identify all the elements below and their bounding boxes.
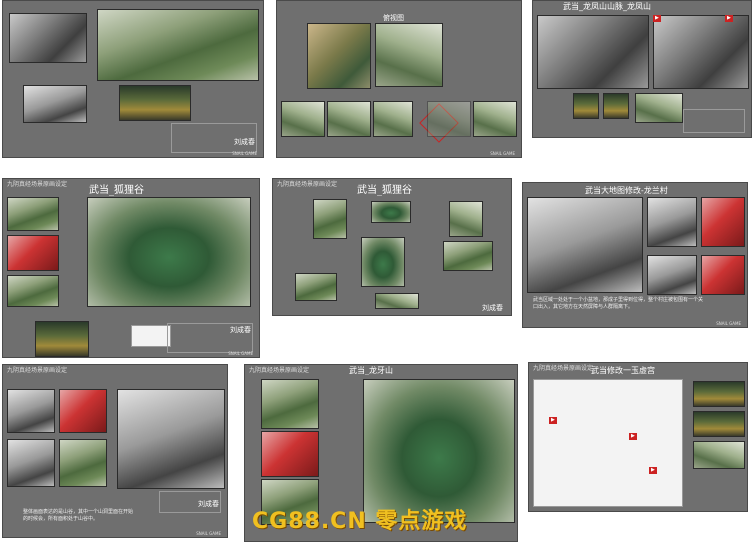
misty-peaks-painting (117, 389, 225, 489)
route-thumb-red (261, 431, 319, 477)
thumb-valley-red (7, 235, 59, 271)
view-left (295, 273, 337, 301)
structure-sketch (131, 325, 171, 347)
label-tag: ▶ (725, 15, 733, 22)
view-center (361, 237, 405, 287)
topdown-map (307, 23, 371, 89)
thumb-valley-2 (7, 275, 59, 307)
artist-signature: 刘成春 (482, 304, 503, 312)
village-map-red-1 (701, 197, 745, 247)
watermark-brand: 零点游戏 (375, 509, 468, 534)
village-detail-3 (635, 93, 683, 123)
thumb-mist-3 (59, 439, 107, 487)
village-detail-2 (603, 93, 629, 119)
label-tag: ▶ (649, 467, 657, 474)
thumb-mist-1 (7, 389, 55, 433)
palace-photo-2 (693, 411, 745, 437)
cave-entrance (35, 321, 89, 357)
concept-sheet-5[interactable]: 九阴真经场景原画设定 武当_狐狸谷 刘成春 (272, 178, 512, 316)
concept-sheet-3[interactable]: 武当_龙凤山山脉_龙凤山 ▶ ▶ (532, 0, 752, 138)
view-ridge (449, 201, 483, 237)
thumb-mist-2 (7, 439, 55, 487)
view-waterfall (313, 199, 347, 239)
watermark-domain: CG88.CN (252, 509, 367, 534)
studio-logo: SNAIL GAME (490, 151, 515, 156)
village-aerial-right (653, 15, 749, 89)
thumb-valley (7, 197, 59, 231)
sheet-title: 武当大地图修改-龙兰村 (585, 186, 668, 195)
sheet-title: 武当_龙牙山 (349, 366, 393, 375)
village-map-detail-2 (647, 255, 697, 295)
view-right (443, 241, 493, 271)
concept-sheet-1[interactable]: 刘成春 SNAIL GAME (2, 0, 264, 158)
sign-box (683, 109, 745, 133)
label-tag: ▶ (653, 15, 661, 22)
view-bottom (375, 293, 419, 309)
rock-study (23, 85, 87, 123)
artist-signature: 刘成春 (234, 138, 255, 146)
village-aerial-left (537, 15, 649, 89)
topdown-render (375, 23, 443, 87)
thumb-mist-red (59, 389, 107, 433)
fox-valley-painting (87, 197, 251, 307)
village-map-overview (527, 197, 643, 293)
concept-sheet-9[interactable]: 九阴真经场景原画设定 武当修改一玉虚宫 ▶ ▶ ▶ (528, 362, 748, 512)
route-sketch-3 (373, 101, 413, 137)
sheet-header: 九阴真经场景原画设定 (7, 367, 68, 374)
concept-sheet-2[interactable]: 俯视图 SNAIL GAME (276, 0, 522, 158)
site-watermark: CG88.CN 零点游戏 (252, 503, 467, 535)
studio-logo: SNAIL GAME (716, 321, 741, 326)
palace-photo-1 (693, 381, 745, 407)
route-sketch-5 (473, 101, 517, 137)
palace-line-sketch (533, 379, 683, 507)
sheet-title: 武当_狐狸谷 (357, 185, 412, 196)
description-note: 整体画面表达的是山谷，其中一个山洞里面在开始的时候会，所有面积处于山谷中。 (23, 509, 134, 522)
sheet-title: 武当_狐狸谷 (89, 185, 144, 196)
view-lake (371, 201, 411, 223)
route-sketch-1 (281, 101, 325, 137)
fortress-render (9, 13, 87, 63)
concept-sheet-4[interactable]: 九阴真经场景原画设定 武当_狐狸谷 刘成春 SNAIL GAME (2, 178, 260, 358)
palace-photo-3 (693, 441, 745, 469)
label-tag: ▶ (549, 417, 557, 424)
dragon-tooth-painting (363, 379, 515, 523)
concept-sheet-7[interactable]: 九阴真经场景原画设定 刘成春 整体画面表达的是山谷，其中一个山洞里面在开始的时候… (2, 364, 228, 538)
studio-logo: SNAIL GAME (232, 151, 257, 156)
village-map-red-2 (701, 255, 745, 295)
village-map-detail (647, 197, 697, 247)
mountain-panorama (97, 9, 259, 81)
sheet-title: 武当修改一玉虚宫 (591, 366, 655, 375)
village-detail-1 (573, 93, 599, 119)
topdown-caption: 俯视图 (383, 14, 404, 22)
route-thumb-1 (261, 379, 319, 429)
sheet-title: 武当_龙凤山山脉_龙凤山 (563, 2, 651, 11)
artist-signature: 刘成春 (230, 326, 251, 334)
valley-night-view (119, 85, 191, 121)
studio-logo: SNAIL GAME (196, 531, 221, 536)
studio-logo: SNAIL GAME (228, 351, 253, 356)
route-sketch-4 (427, 101, 471, 137)
artist-signature: 刘成春 (198, 500, 219, 508)
label-tag: ▶ (629, 433, 637, 440)
route-sketch-2 (327, 101, 371, 137)
description-note: 武当区域一处处于一个小盆地，那成子里得到位得，整个村庄被包围有一个关口出入，其它… (533, 297, 704, 310)
concept-sheet-6[interactable]: 武当大地图修改-龙兰村 武当区域一处处于一个小盆地，那成子里得到位得，整个村庄被… (522, 182, 748, 328)
